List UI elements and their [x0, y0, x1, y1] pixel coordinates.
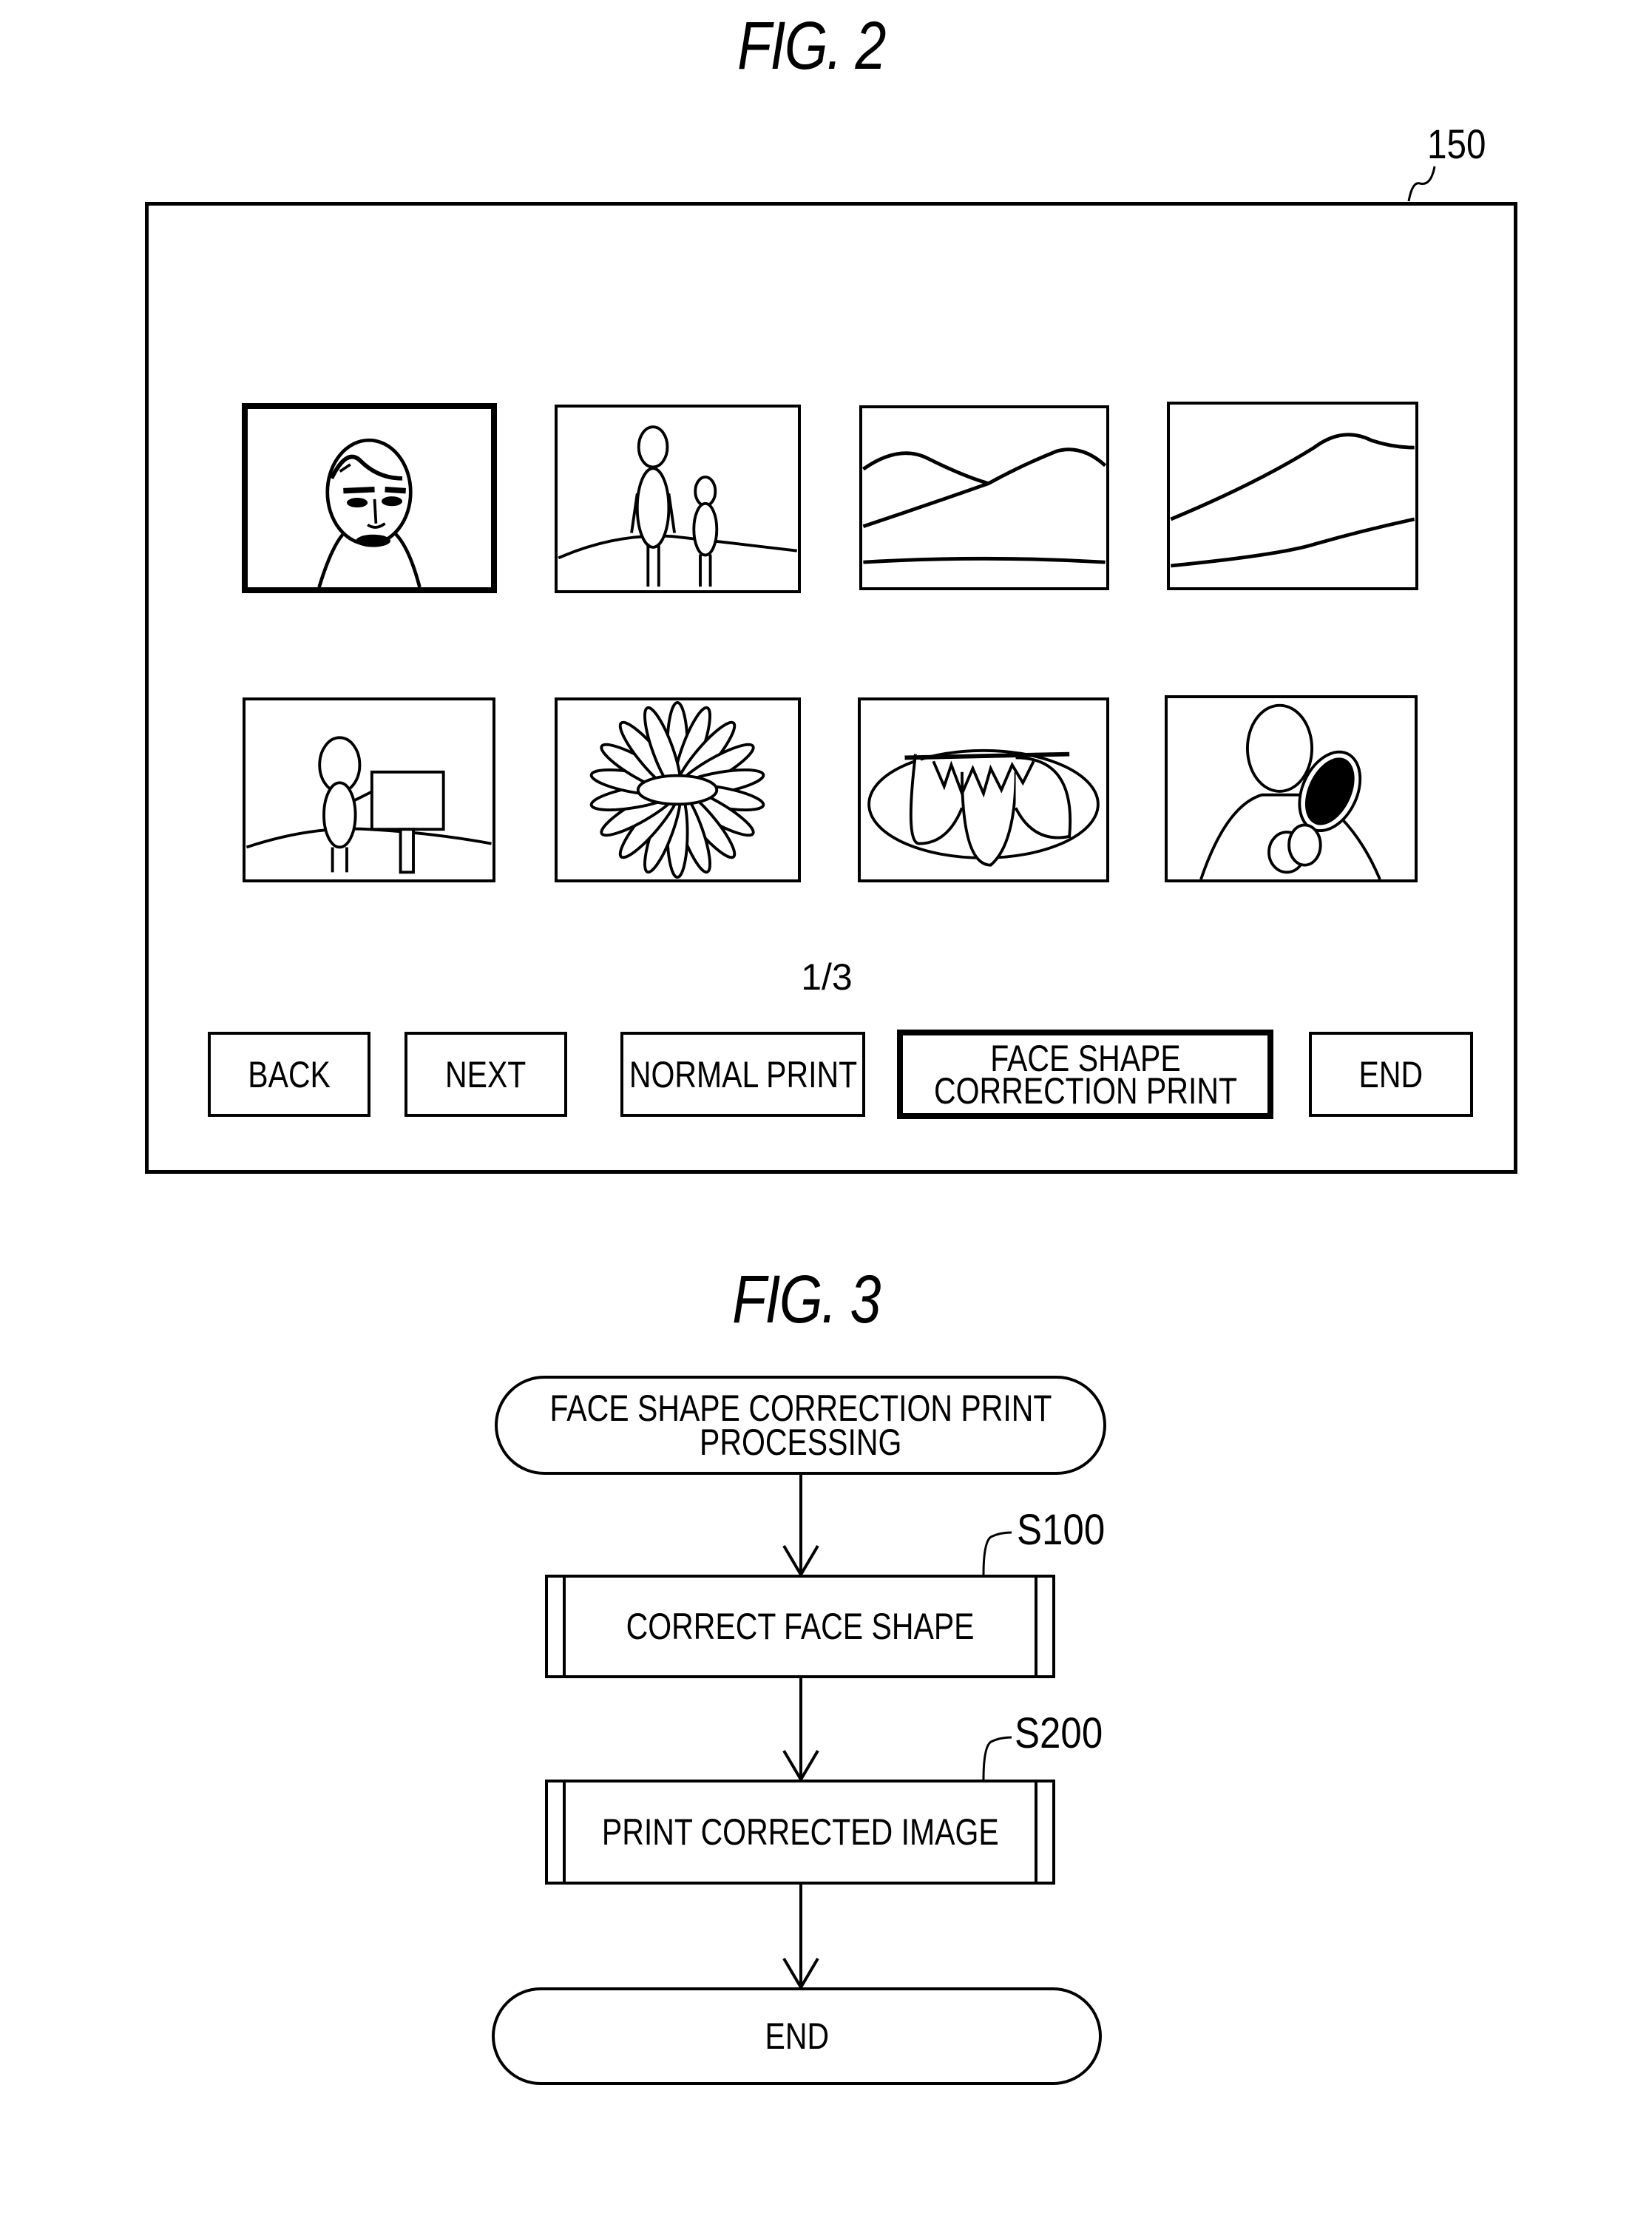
display-screen-panel: [145, 202, 1517, 1174]
thumbnail-flower[interactable]: [555, 697, 801, 882]
portrait-face-icon: [317, 438, 422, 587]
leader-line-150: [1407, 166, 1436, 202]
end-button-label: END: [1358, 1053, 1424, 1095]
back-button[interactable]: BACK: [208, 1032, 370, 1117]
thumbnail-portrait-face[interactable]: [242, 403, 497, 593]
next-button-label: NEXT: [445, 1053, 527, 1095]
thumbnail-two-people[interactable]: [555, 405, 801, 593]
face-shape-button-label-line2: CORRECTION PRINT: [933, 1069, 1237, 1112]
flowchart-step-s200: PRINT CORRECTED IMAGE: [545, 1780, 1055, 1885]
tennis-player-icon: [1199, 703, 1381, 879]
reference-numeral-150: 150: [1427, 121, 1486, 167]
start-terminal-label-line1: FACE SHAPE CORRECTION PRINT: [549, 1388, 1052, 1429]
flowchart-start-terminal: FACE SHAPE CORRECTION PRINT PROCESSING: [495, 1376, 1106, 1475]
arrow-s100-to-s200: [782, 1678, 819, 1782]
thumbnail-strawberries[interactable]: [858, 697, 1109, 882]
fig2-title: FIG. 2: [737, 8, 886, 84]
leader-line-s200: [982, 1736, 1012, 1780]
person-signpost-icon: [246, 736, 492, 874]
leader-line-s100: [982, 1531, 1012, 1575]
page-indicator: 1/3: [801, 956, 853, 998]
hill-landscape-icon: [1170, 433, 1415, 568]
thumbnail-tennis-player[interactable]: [1165, 695, 1418, 882]
thumbnail-hill-landscape[interactable]: [1167, 402, 1418, 590]
thumbnail-mountains[interactable]: [859, 405, 1109, 590]
step-id-s200: S200: [1015, 1709, 1103, 1757]
start-terminal-label-line2: PROCESSING: [699, 1422, 902, 1463]
next-button[interactable]: NEXT: [404, 1032, 567, 1117]
end-terminal-label: END: [765, 2015, 829, 2057]
arrow-start-to-s100: [782, 1475, 819, 1578]
face-shape-correction-print-button[interactable]: FACE SHAPE CORRECTION PRINT: [897, 1030, 1273, 1119]
fig3-title: FIG. 3: [732, 1262, 881, 1337]
normal-print-button-label: NORMAL PRINT: [629, 1053, 857, 1095]
step-s100-label: CORRECT FACE SHAPE: [626, 1606, 975, 1647]
end-button[interactable]: END: [1309, 1032, 1473, 1117]
back-button-label: BACK: [248, 1053, 331, 1095]
arrow-s200-to-end: [782, 1885, 819, 1990]
flowchart-step-s100: CORRECT FACE SHAPE: [545, 1575, 1055, 1678]
step-id-s100: S100: [1017, 1506, 1106, 1554]
two-people-icon: [558, 425, 798, 587]
thumbnail-person-signpost[interactable]: [243, 697, 495, 882]
normal-print-button[interactable]: NORMAL PRINT: [620, 1032, 865, 1117]
mountains-icon: [862, 447, 1106, 564]
step-s200-label: PRINT CORRECTED IMAGE: [601, 1811, 999, 1853]
flower-icon: [589, 700, 765, 879]
flowchart-end-terminal: END: [492, 1987, 1102, 2085]
strawberries-icon: [867, 748, 1100, 867]
